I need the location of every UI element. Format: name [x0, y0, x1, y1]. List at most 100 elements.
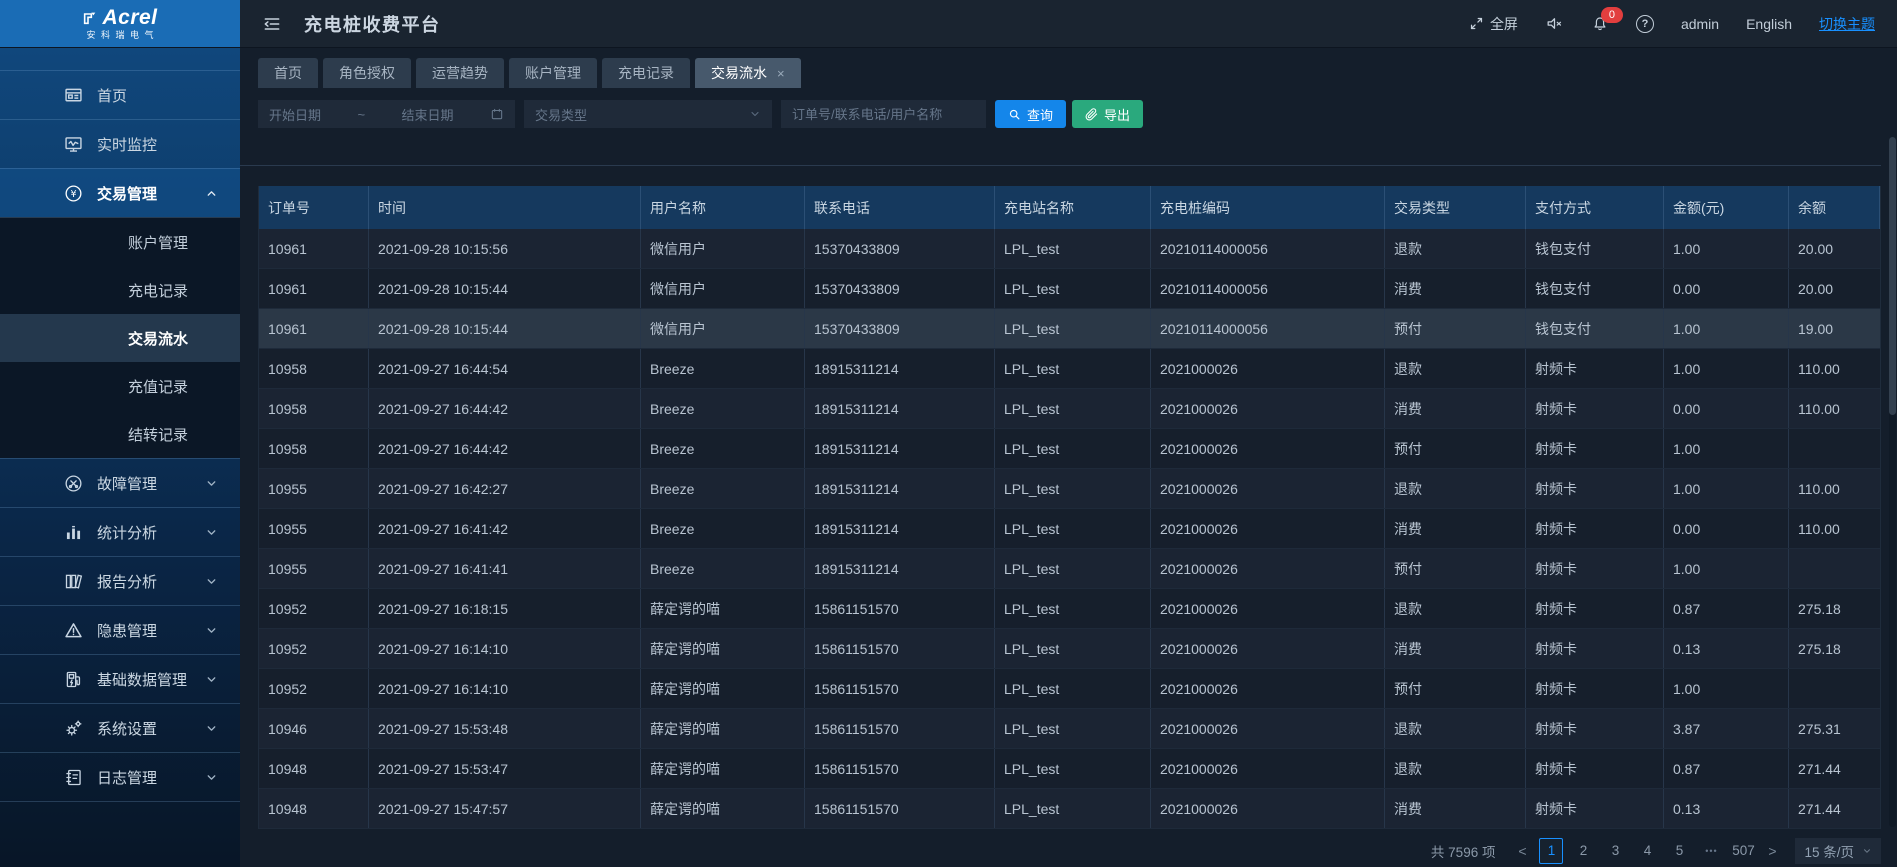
column-header: 充电站名称 — [995, 186, 1151, 229]
table-row[interactable]: 10952 2021-09-27 16:18:15 薛定谔的喵 15861151… — [259, 589, 1880, 629]
table-row[interactable]: 10961 2021-09-28 10:15:44 微信用户 153704338… — [259, 269, 1880, 309]
cell-user-name: Breeze — [641, 349, 805, 388]
sidebar-item-hazard-management[interactable]: 隐患管理 — [0, 605, 240, 654]
chevron-down-icon — [205, 673, 218, 686]
page-number[interactable]: 4 — [1635, 838, 1659, 864]
top-bar: Acrel 安科瑞电气 充电桩收费平台 全屏 — [0, 0, 1897, 48]
chevron-down-icon — [749, 108, 761, 120]
cell-payment-method: 射频卡 — [1526, 469, 1664, 508]
transaction-type-select[interactable]: 交易类型 — [524, 100, 772, 128]
cell-time: 2021-09-28 10:15:44 — [369, 309, 641, 348]
cell-user-name: 薛定谔的喵 — [641, 749, 805, 788]
table-row[interactable]: 10955 2021-09-27 16:42:27 Breeze 1891531… — [259, 469, 1880, 509]
query-button[interactable]: 查询 — [995, 100, 1066, 128]
close-icon[interactable]: × — [777, 66, 785, 81]
tab-transaction-flow[interactable]: 交易流水× — [695, 58, 801, 88]
table-row[interactable]: 10958 2021-09-27 16:44:54 Breeze 1891531… — [259, 349, 1880, 389]
paperclip-icon — [1085, 108, 1098, 121]
theme-toggle-link[interactable]: 切换主题 — [1819, 14, 1875, 34]
cell-time: 2021-09-27 16:18:15 — [369, 589, 641, 628]
date-range-picker[interactable]: 开始日期 ~ 结束日期 — [258, 100, 515, 128]
table-row[interactable]: 10955 2021-09-27 16:41:41 Breeze 1891531… — [259, 549, 1880, 589]
table-row[interactable]: 10958 2021-09-27 16:44:42 Breeze 1891531… — [259, 429, 1880, 469]
tab-operation-trends[interactable]: 运营趋势 — [416, 58, 504, 88]
prev-page-button[interactable]: < — [1513, 843, 1531, 859]
collapse-sidebar-icon[interactable] — [262, 14, 282, 34]
column-header: 金额(元) — [1664, 186, 1789, 229]
page-number[interactable]: ••• — [1699, 838, 1723, 864]
cell-amount: 0.87 — [1664, 749, 1789, 788]
cell-station-name: LPL_test — [995, 389, 1151, 428]
help-icon[interactable]: ? — [1636, 15, 1654, 33]
sidebar-item-base-data-management[interactable]: 基础数据管理 — [0, 654, 240, 703]
language-switch[interactable]: English — [1746, 16, 1792, 32]
page-number[interactable]: 2 — [1571, 838, 1595, 864]
column-header: 交易类型 — [1385, 186, 1526, 229]
cell-station-name: LPL_test — [995, 349, 1151, 388]
table-row[interactable]: 10958 2021-09-27 16:44:42 Breeze 1891531… — [259, 389, 1880, 429]
page-size-select[interactable]: 15 条/页 — [1795, 838, 1881, 864]
export-button[interactable]: 导出 — [1072, 100, 1143, 128]
sidebar-item-statistics-analysis[interactable]: 统计分析 — [0, 507, 240, 556]
sidebar-item-transaction-management[interactable]: ¥ 交易管理 — [0, 168, 240, 217]
cell-amount: 0.00 — [1664, 269, 1789, 308]
tab-home[interactable]: 首页 — [258, 58, 318, 88]
pagination: 共 7596 项 < 1 2 3 4 5 ••• 507 > 15 条/页 — [240, 838, 1881, 864]
scrollbar-track[interactable] — [1889, 137, 1896, 827]
tab-charging-records[interactable]: 充电记录 — [602, 58, 690, 88]
table-row[interactable]: 10955 2021-09-27 16:41:42 Breeze 1891531… — [259, 509, 1880, 549]
table-row[interactable]: 10952 2021-09-27 16:14:10 薛定谔的喵 15861151… — [259, 629, 1880, 669]
cell-pile-code: 2021000026 — [1151, 429, 1385, 468]
column-header: 联系电话 — [805, 186, 995, 229]
page-number[interactable]: 507 — [1731, 838, 1755, 864]
search-input[interactable] — [781, 100, 986, 128]
sidebar-subitem-carryover-records[interactable]: 结转记录 — [0, 410, 240, 458]
end-date-placeholder: 结束日期 — [402, 105, 454, 124]
table-row[interactable]: 10952 2021-09-27 16:14:10 薛定谔的喵 15861151… — [259, 669, 1880, 709]
cell-payment-method: 射频卡 — [1526, 549, 1664, 588]
page-number[interactable]: 5 — [1667, 838, 1691, 864]
sidebar-subitem-account-management[interactable]: 账户管理 — [0, 218, 240, 266]
cell-order-number: 10958 — [259, 389, 369, 428]
table-row[interactable]: 10946 2021-09-27 15:53:48 薛定谔的喵 15861151… — [259, 709, 1880, 749]
cell-order-number: 10948 — [259, 789, 369, 828]
cell-amount: 1.00 — [1664, 549, 1789, 588]
cell-payment-method: 射频卡 — [1526, 389, 1664, 428]
table-row[interactable]: 10961 2021-09-28 10:15:56 微信用户 153704338… — [259, 229, 1880, 269]
table-row[interactable]: 10948 2021-09-27 15:53:47 薛定谔的喵 15861151… — [259, 749, 1880, 789]
home-icon — [61, 85, 85, 106]
page-number[interactable]: 1 — [1539, 838, 1563, 864]
next-page-button[interactable]: > — [1763, 843, 1781, 859]
sidebar-subitem-recharge-records[interactable]: 充值记录 — [0, 362, 240, 410]
cell-phone: 15861151570 — [805, 789, 995, 828]
fullscreen-button[interactable]: 全屏 — [1468, 14, 1518, 34]
speaker-muted-icon[interactable] — [1545, 14, 1564, 33]
sidebar-item-home[interactable]: 首页 — [0, 70, 240, 119]
sidebar-item-log-management[interactable]: 日志管理 — [0, 752, 240, 802]
sidebar-item-report-analysis[interactable]: 报告分析 — [0, 556, 240, 605]
tab-account-management[interactable]: 账户管理 — [509, 58, 597, 88]
table-row[interactable]: 10948 2021-09-27 15:47:57 薛定谔的喵 15861151… — [259, 789, 1880, 829]
cell-phone: 18915311214 — [805, 389, 995, 428]
sidebar-item-fault-management[interactable]: 故障管理 — [0, 458, 240, 507]
cell-station-name: LPL_test — [995, 309, 1151, 348]
sidebar-item-system-settings[interactable]: 系统设置 — [0, 703, 240, 752]
notification-bell-icon[interactable]: 0 — [1591, 15, 1609, 33]
table-row[interactable]: 10961 2021-09-28 10:15:44 微信用户 153704338… — [259, 309, 1880, 349]
search-icon — [1008, 108, 1021, 121]
cell-phone: 15861151570 — [805, 749, 995, 788]
sidebar-item-realtime-monitor[interactable]: 实时监控 — [0, 119, 240, 168]
cell-pile-code: 2021000026 — [1151, 389, 1385, 428]
cell-station-name: LPL_test — [995, 749, 1151, 788]
tab-role-authorization[interactable]: 角色授权 — [323, 58, 411, 88]
page-number[interactable]: 3 — [1603, 838, 1627, 864]
scrollbar-thumb[interactable] — [1889, 137, 1896, 415]
cell-time: 2021-09-27 16:44:42 — [369, 429, 641, 468]
sidebar-subitem-transaction-flow[interactable]: 交易流水 — [0, 314, 240, 362]
date-range-separator: ~ — [357, 107, 365, 122]
sidebar-subitem-charging-records[interactable]: 充电记录 — [0, 266, 240, 314]
cell-amount: 3.87 — [1664, 709, 1789, 748]
stats-icon — [61, 522, 85, 543]
cell-time: 2021-09-27 16:44:54 — [369, 349, 641, 388]
username[interactable]: admin — [1681, 16, 1719, 32]
